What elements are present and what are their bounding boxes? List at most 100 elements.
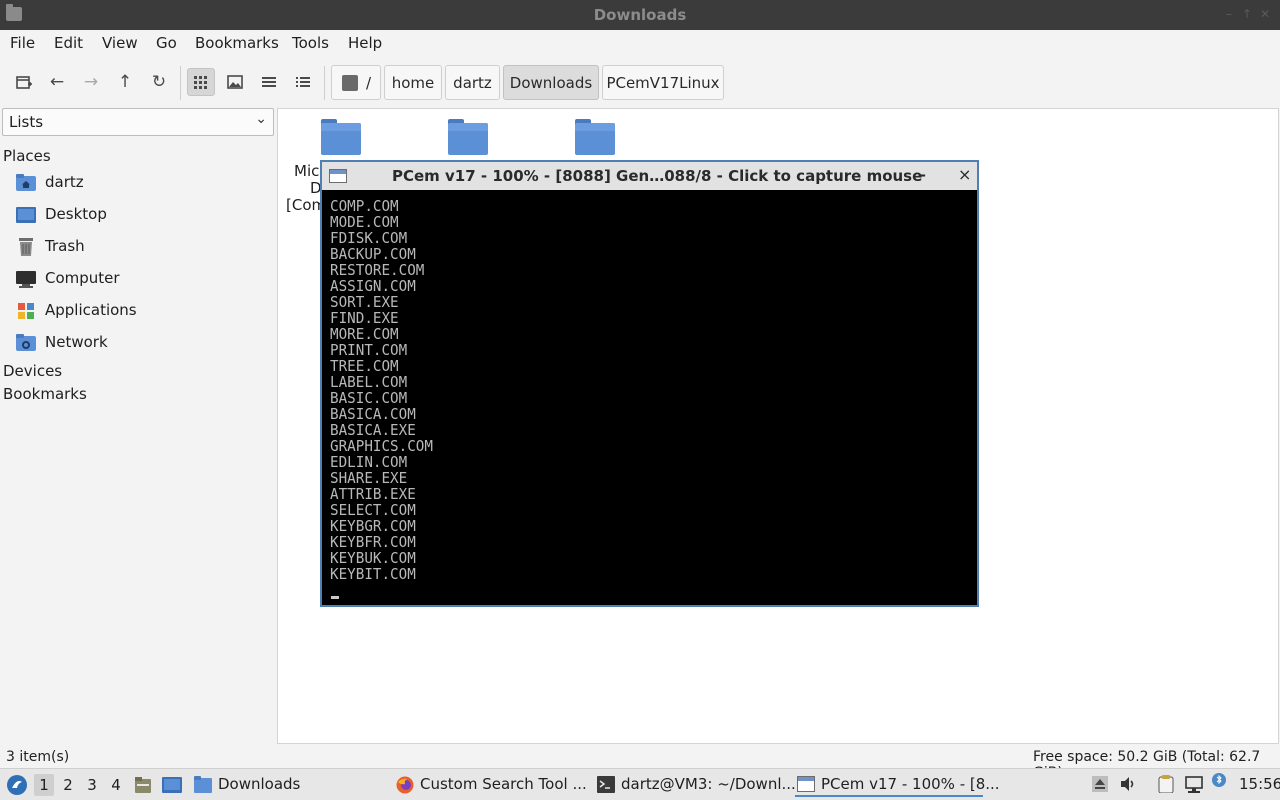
detailed-list-icon[interactable]: [289, 68, 317, 96]
icon-view-icon[interactable]: [187, 68, 215, 96]
dos-output-line: FIND.EXE: [330, 309, 399, 327]
toolbar-separator: [324, 66, 325, 100]
pcem-window[interactable]: PCem v17 - 100% - [8088] Gen…088/8 - Cli…: [320, 160, 979, 607]
places-heading[interactable]: Places: [3, 147, 51, 165]
devices-heading[interactable]: Devices: [3, 362, 62, 380]
applications-icon: [16, 302, 36, 320]
dos-output-line: SHARE.EXE: [330, 469, 408, 487]
folder-icon[interactable]: [448, 119, 490, 155]
dos-output-line: RESTORE.COM: [330, 261, 425, 279]
dos-output-line: BASICA.EXE: [330, 421, 416, 439]
forward-icon[interactable]: →: [77, 68, 105, 96]
close-icon[interactable]: ✕: [1258, 7, 1272, 21]
thumbnail-view-icon[interactable]: [221, 68, 249, 96]
start-menu-icon[interactable]: [6, 774, 28, 796]
dos-output-line: KEYBGR.COM: [330, 517, 416, 535]
dos-output-line: KEYBFR.COM: [330, 533, 416, 551]
reload-icon[interactable]: ↻: [145, 68, 173, 96]
back-icon[interactable]: ←: [43, 68, 71, 96]
breadcrumb-home[interactable]: home: [384, 65, 442, 100]
sidebar-item-computer[interactable]: Computer: [16, 267, 266, 293]
menu-bar: File Edit View Go Bookmarks Tools Help: [0, 30, 1280, 56]
workspace-4[interactable]: 4: [106, 774, 126, 796]
trash-icon: [16, 238, 36, 256]
menu-help[interactable]: Help: [348, 34, 382, 52]
dos-output-line: ASSIGN.COM: [330, 277, 416, 295]
task-pcem[interactable]: PCem v17 - 100% - [8...: [795, 769, 1000, 800]
sidebar-item-label: Computer: [45, 269, 120, 287]
menu-file[interactable]: File: [10, 34, 35, 52]
dos-output-line: BASICA.COM: [330, 405, 416, 423]
workspace-1[interactable]: 1: [34, 774, 54, 796]
dos-output-line: KEYBIT.COM: [330, 565, 416, 583]
sidebar-item-dartz[interactable]: dartz: [16, 171, 266, 197]
task-label: Downloads: [218, 775, 301, 793]
window-icon: [329, 169, 347, 183]
task-downloads[interactable]: Downloads: [194, 769, 374, 800]
volume-icon[interactable]: [1119, 775, 1137, 793]
minimize-icon[interactable]: –: [1222, 7, 1236, 21]
folder-icon[interactable]: [321, 119, 363, 155]
sidebar-item-label: Trash: [45, 237, 85, 255]
side-pane-mode-select[interactable]: Lists ⌄: [2, 108, 274, 136]
clipboard-icon[interactable]: [1157, 775, 1175, 794]
menu-go[interactable]: Go: [156, 34, 177, 52]
dos-output-line: BACKUP.COM: [330, 245, 416, 263]
breadcrumb-downloads[interactable]: Downloads: [503, 65, 599, 100]
file-manager-launcher-icon[interactable]: [134, 776, 152, 794]
window-titlebar[interactable]: Downloads – ↑ ✕: [0, 0, 1280, 30]
breadcrumb-dartz[interactable]: dartz: [445, 65, 500, 100]
workspace-2[interactable]: 2: [58, 774, 78, 796]
bluetooth-icon[interactable]: [1212, 773, 1226, 787]
breadcrumb-pcemv17linux[interactable]: PCemV17Linux: [602, 65, 724, 100]
menu-view[interactable]: View: [102, 34, 138, 52]
window-title: Downloads: [593, 6, 687, 24]
up-icon[interactable]: ↑: [111, 68, 139, 96]
dos-output-line: MORE.COM: [330, 325, 399, 343]
breadcrumb-root[interactable]: /: [331, 65, 381, 100]
dos-output-line: SELECT.COM: [330, 501, 416, 519]
sidebar-item-desktop[interactable]: Desktop: [16, 203, 266, 229]
sidebar-item-network[interactable]: Network: [16, 331, 266, 357]
firefox-icon: [396, 776, 414, 794]
window-icon: [797, 776, 815, 793]
dos-output-line: ATTRIB.EXE: [330, 485, 416, 503]
dos-output-line: TREE.COM: [330, 357, 399, 375]
menu-edit[interactable]: Edit: [54, 34, 83, 52]
task-label: PCem v17 - 100% - [8...: [821, 775, 1000, 793]
compact-view-icon[interactable]: [255, 68, 283, 96]
dos-output-line: LABEL.COM: [330, 373, 408, 391]
task-terminal[interactable]: dartz@VM3: ~/Downl...: [597, 769, 796, 800]
bookmarks-heading[interactable]: Bookmarks: [3, 385, 87, 403]
new-tab-icon[interactable]: [10, 68, 38, 96]
close-button[interactable]: ×: [958, 165, 971, 184]
dos-output-line: EDLIN.COM: [330, 453, 408, 471]
task-label: dartz@VM3: ~/Downl...: [621, 775, 796, 793]
dos-output-line: FDISK.COM: [330, 229, 408, 247]
workspace-3[interactable]: 3: [82, 774, 102, 796]
clock[interactable]: 15:56: [1239, 775, 1280, 793]
menu-bookmarks[interactable]: Bookmarks: [195, 34, 279, 52]
eject-icon[interactable]: [1091, 775, 1109, 793]
folder-icon[interactable]: [575, 119, 617, 155]
sidebar-item-trash[interactable]: Trash: [16, 235, 266, 261]
menu-tools[interactable]: Tools: [292, 34, 329, 52]
sidebar-item-applications[interactable]: Applications: [16, 299, 266, 325]
task-firefox[interactable]: Custom Search Tool ...: [396, 769, 587, 800]
network-connection-icon[interactable]: [1185, 775, 1203, 793]
minimize-button[interactable]: –: [918, 165, 926, 184]
drive-icon: [342, 74, 358, 91]
emulator-screen[interactable]: COMP.COM MODE.COM FDISK.COM BACKUP.COM R…: [330, 198, 938, 598]
chevron-down-icon: ⌄: [255, 111, 267, 127]
folder-icon: [194, 776, 212, 793]
maximize-icon[interactable]: ↑: [1240, 7, 1254, 21]
pcem-titlebar[interactable]: PCem v17 - 100% - [8088] Gen…088/8 - Cli…: [322, 162, 977, 190]
dos-output-line: COMP.COM: [330, 197, 399, 215]
show-desktop-icon[interactable]: [162, 776, 182, 794]
computer-icon: [16, 270, 36, 288]
terminal-icon: [597, 776, 615, 793]
dos-output-line: MODE.COM: [330, 213, 399, 231]
breadcrumb-root-label: /: [366, 73, 372, 92]
sidebar-item-label: Applications: [45, 301, 137, 319]
status-bar: 3 item(s) Free space: 50.2 GiB (Total: 6…: [0, 746, 1280, 781]
